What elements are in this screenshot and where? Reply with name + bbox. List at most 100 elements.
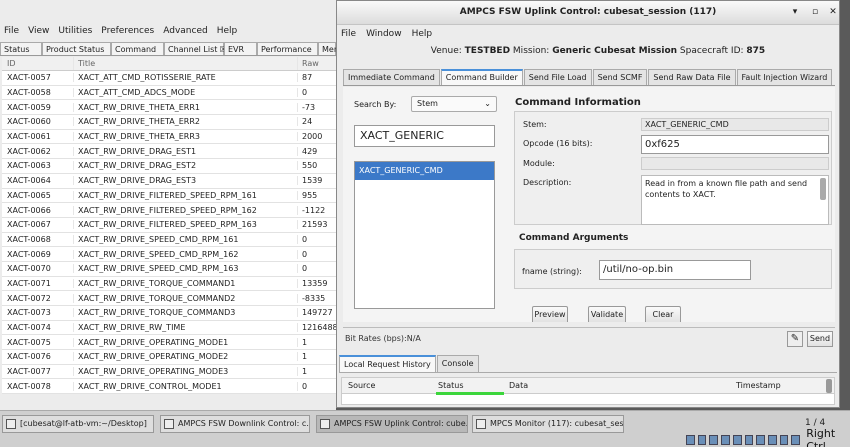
table-row[interactable]: XACT-0062 XACT_RW_DRIVE_DRAG_EST1 429: [2, 144, 336, 160]
clear-button[interactable]: Clear: [645, 306, 681, 322]
validate-button[interactable]: Validate: [588, 306, 626, 322]
fname-input[interactable]: /util/no-op.bin: [599, 260, 751, 280]
downlink-window: File View Utilities Preferences Advanced…: [0, 0, 336, 410]
downlink-menu-file[interactable]: File: [4, 26, 19, 36]
command-results-list[interactable]: XACT_GENERIC_CMD: [354, 161, 495, 309]
table-row[interactable]: XACT-0067 XACT_RW_DRIVE_FILTERED_SPEED_RP…: [2, 218, 336, 233]
table-row[interactable]: XACT-0060 XACT_RW_DRIVE_THETA_ERR2 24: [2, 115, 336, 130]
downlink-tab-channel-list[interactable]: Channel List ☒: [164, 42, 227, 55]
table-row[interactable]: XACT-0070 XACT_RW_DRIVE_SPEED_CMD_RPM_163…: [2, 262, 336, 277]
mouse-integration-icon: [791, 435, 801, 445]
table-row[interactable]: XACT-0064 XACT_RW_DRIVE_DRAG_EST3 1539: [2, 174, 336, 189]
downlink-tab-performance[interactable]: Performance: [257, 42, 318, 55]
downlink-menu-utilities[interactable]: Utilities: [58, 26, 92, 36]
fname-label: fname (string):: [522, 267, 582, 276]
terminal-icon: [6, 419, 16, 429]
send-button[interactable]: Send: [807, 331, 833, 347]
downlink-menu-view[interactable]: View: [28, 26, 49, 36]
table-row[interactable]: XACT-0076 XACT_RW_DRIVE_OPERATING_MODE2 1: [2, 350, 336, 365]
tab-immediate-command[interactable]: Immediate Command: [343, 69, 440, 85]
table-row[interactable]: XACT-0072 XACT_RW_DRIVE_TORQUE_COMMAND2 -8…: [2, 291, 336, 306]
preview-button[interactable]: Preview: [532, 306, 568, 322]
description-label: Description:: [523, 178, 572, 187]
table-row[interactable]: XACT-0065 XACT_RW_DRIVE_FILTERED_SPEED_RP…: [2, 189, 336, 204]
downlink-menu-preferences[interactable]: Preferences: [101, 26, 154, 36]
tab-local-request-history[interactable]: Local Request History: [339, 355, 436, 372]
uplink-menu-window[interactable]: Window: [366, 29, 402, 39]
column-id[interactable]: ID: [2, 57, 74, 70]
table-row[interactable]: XACT-0061 XACT_RW_DRIVE_THETA_ERR3 2000: [2, 130, 336, 145]
minimize-icon[interactable]: ▾: [789, 6, 801, 18]
tab-fault-injection-wizard[interactable]: Fault Injection Wizard: [736, 69, 833, 85]
task-downlink-control[interactable]: AMPCS FSW Downlink Control: c...: [160, 415, 310, 433]
downlink-tab-evr[interactable]: EVR: [224, 42, 257, 55]
pencil-icon[interactable]: ✎: [787, 331, 803, 347]
column-timestamp[interactable]: Timestamp: [736, 381, 781, 390]
table-row[interactable]: XACT-0077 XACT_RW_DRIVE_OPERATING_MODE3 1: [2, 365, 336, 380]
search-by-select[interactable]: Stem ⌄: [411, 96, 497, 112]
channel-raw-cell: 1539: [302, 176, 323, 186]
command-arguments-heading: Command Arguments: [519, 233, 629, 243]
venue-line: Venue: TESTBED Mission: Generic Cubesat …: [337, 43, 839, 59]
close-icon[interactable]: ✕: [827, 6, 839, 18]
channel-title-cell: XACT_RW_DRIVE_TORQUE_COMMAND1: [74, 278, 298, 288]
task-mpcs-monitor[interactable]: MPCS Monitor (117): cubesat_ses...: [472, 415, 624, 433]
opcode-field[interactable]: 0xf625: [641, 135, 829, 154]
table-row[interactable]: XACT-0059 XACT_RW_DRIVE_THETA_ERR1 -73: [2, 100, 336, 116]
usb-icon: [732, 435, 742, 445]
downlink-tab-product-status[interactable]: Product Status: [42, 42, 111, 55]
table-row[interactable]: XACT-0075 XACT_RW_DRIVE_OPERATING_MODE1 1: [2, 335, 336, 351]
column-data[interactable]: Data: [509, 381, 528, 390]
table-row[interactable]: XACT-0078 XACT_RW_DRIVE_CONTROL_MODE1 0: [2, 379, 336, 395]
channel-id-cell: XACT-0067: [2, 220, 74, 230]
description-scrollbar[interactable]: [820, 178, 826, 200]
downlink-tab-more[interactable]: Men: [318, 42, 336, 55]
taskbar: [cubesat@lf-atb-vm:~/Desktop] AMPCS FSW …: [0, 410, 850, 447]
column-source[interactable]: Source: [348, 381, 375, 390]
channel-title-cell: XACT_RW_DRIVE_THETA_ERR3: [74, 132, 298, 142]
uplink-title: AMPCS FSW Uplink Control: cubesat_sessio…: [459, 7, 717, 17]
tab-console[interactable]: Console: [436, 355, 479, 372]
channel-raw-cell: 955: [302, 190, 318, 200]
description-field[interactable]: Read in from a known file path and send …: [641, 175, 829, 225]
channel-raw-cell: 1: [302, 337, 308, 347]
table-row[interactable]: XACT-0057 XACT_ATT_CMD_ROTISSERIE_RATE 87: [2, 71, 336, 86]
tab-command-builder[interactable]: Command Builder: [440, 69, 523, 85]
task-terminal[interactable]: [cubesat@lf-atb-vm:~/Desktop]: [2, 415, 154, 433]
channel-title-cell: XACT_RW_DRIVE_OPERATING_MODE2: [74, 352, 298, 362]
table-row[interactable]: XACT-0071 XACT_RW_DRIVE_TORQUE_COMMAND1 13…: [2, 277, 336, 292]
search-input[interactable]: XACT_GENERIC: [354, 125, 495, 147]
table-row[interactable]: XACT-0066 XACT_RW_DRIVE_FILTERED_SPEED_RP…: [2, 203, 336, 218]
downlink-menu-help[interactable]: Help: [217, 26, 238, 36]
channel-raw-cell: 0: [302, 88, 308, 98]
column-status[interactable]: Status: [438, 381, 464, 390]
channel-title-cell: XACT_RW_DRIVE_FILTERED_SPEED_RPM_162: [74, 205, 298, 215]
channel-raw-cell: 2000: [302, 132, 323, 142]
channel-title-cell: XACT_RW_DRIVE_DRAG_EST1: [74, 146, 298, 156]
table-row[interactable]: XACT-0074XACT_RW_DRIVE_RW_TIME 12164886: [2, 321, 336, 336]
tab-send-file-load[interactable]: Send File Load: [523, 69, 592, 85]
column-raw[interactable]: Raw: [298, 57, 336, 70]
table-row[interactable]: XACT-0058 XACT_ATT_CMD_ADCS_MODE 0: [2, 86, 336, 101]
uplink-titlebar[interactable]: AMPCS FSW Uplink Control: cubesat_sessio…: [337, 1, 839, 25]
uplink-menu-help[interactable]: Help: [412, 29, 433, 39]
history-scrollbar[interactable]: [826, 379, 832, 393]
channel-id-cell: XACT-0061: [2, 132, 74, 142]
maximize-icon[interactable]: ▫: [809, 6, 821, 18]
result-item[interactable]: XACT_GENERIC_CMD: [355, 162, 494, 180]
downlink-tab-status[interactable]: Status: [0, 42, 42, 55]
table-row[interactable]: XACT-0068 XACT_RW_DRIVE_SPEED_CMD_RPM_161…: [2, 233, 336, 248]
recording-icon: [768, 435, 777, 445]
column-title[interactable]: Title: [74, 57, 298, 70]
table-row[interactable]: XACT-0063 XACT_RW_DRIVE_DRAG_EST2 550: [2, 159, 336, 174]
channel-id-cell: XACT-0059: [2, 102, 74, 112]
uplink-menu-file[interactable]: File: [341, 29, 356, 39]
table-row[interactable]: XACT-0073 XACT_RW_DRIVE_TORQUE_COMMAND3 14…: [2, 306, 336, 321]
tab-send-raw-data-file[interactable]: Send Raw Data File: [648, 69, 736, 85]
channel-raw-cell: 24: [302, 117, 313, 127]
task-uplink-control[interactable]: AMPCS FSW Uplink Control: cube...: [316, 415, 468, 433]
tab-send-scmf[interactable]: Send SCMF: [592, 69, 648, 85]
downlink-tab-command[interactable]: Command: [111, 42, 164, 55]
table-row[interactable]: XACT-0069 XACT_RW_DRIVE_SPEED_CMD_RPM_162…: [2, 247, 336, 262]
downlink-menu-advanced[interactable]: Advanced: [163, 26, 207, 36]
